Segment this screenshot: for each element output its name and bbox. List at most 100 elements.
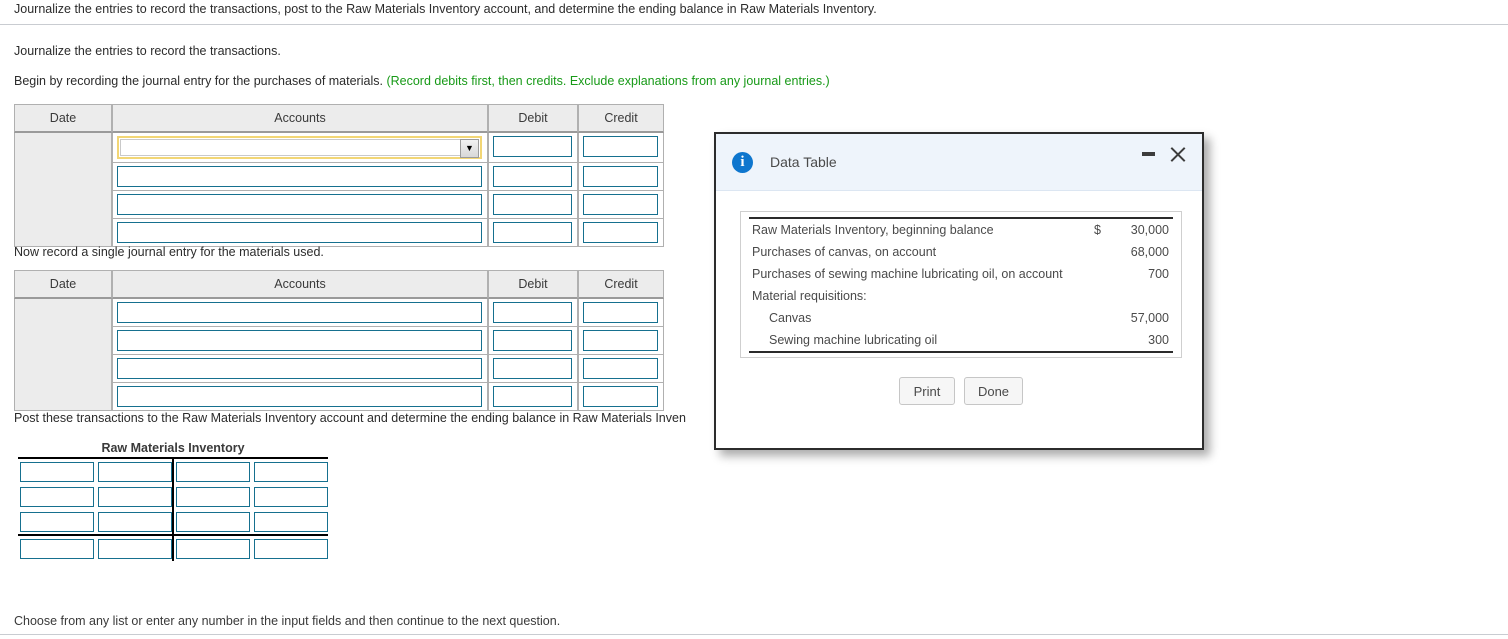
t-debit-amt-2[interactable]: [98, 487, 172, 507]
journal1-credit-cell-4: [578, 219, 664, 247]
t-account-cell: [174, 509, 252, 534]
minimize-icon[interactable]: [1141, 145, 1155, 163]
journal1-date-cell[interactable]: [14, 133, 112, 247]
journal2-accounts-cell-4: [112, 383, 488, 411]
journal2-account-input-4[interactable]: [117, 386, 482, 407]
journal1-debit-cell-2: [488, 163, 578, 191]
journal1-header-date: Date: [14, 104, 112, 133]
journal2-body-row-2: [14, 327, 664, 355]
journal2-credit-input-4[interactable]: [583, 386, 658, 407]
journal1-account-input-3[interactable]: [117, 194, 482, 215]
journal2-debit-input-1[interactable]: [493, 302, 572, 323]
journal1-debit-input-1[interactable]: [493, 136, 572, 157]
journal1-debit-cell-1: [488, 133, 578, 163]
data-row-label: Raw Materials Inventory, beginning balan…: [752, 223, 994, 237]
t-account-cell: [18, 509, 96, 534]
journal2-body-row-1: [14, 299, 664, 411]
data-row-label: Material requisitions:: [752, 289, 867, 303]
journal2-debit-cell-3: [488, 355, 578, 383]
journal2-accounts-cell-3: [112, 355, 488, 383]
journal1-credit-input-1[interactable]: [583, 136, 658, 157]
t-account-cell: [18, 459, 96, 484]
journal2-debit-cell-1: [488, 299, 578, 327]
data-table-container: Raw Materials Inventory, beginning balan…: [740, 211, 1182, 358]
step2-text: Begin by recording the journal entry for…: [14, 74, 830, 88]
t-balance-credit-ref[interactable]: [176, 539, 250, 559]
journal2-body-row-4: [14, 383, 664, 411]
journal2-credit-cell-2: [578, 327, 664, 355]
step2-lead: Begin by recording the journal entry for…: [14, 74, 383, 88]
done-button[interactable]: Done: [963, 377, 1024, 405]
journal1-account-dropdown-1[interactable]: ▼: [117, 136, 482, 159]
table-row: Raw Materials Inventory, beginning balan…: [749, 218, 1173, 241]
t-debit-ref-3[interactable]: [20, 512, 94, 532]
t-credit-amt-1[interactable]: [254, 462, 328, 482]
journal2-credit-input-1[interactable]: [583, 302, 658, 323]
journal1-header-debit: Debit: [488, 104, 578, 133]
step4-text: Post these transactions to the Raw Mater…: [14, 411, 686, 425]
journal2-credit-cell-3: [578, 355, 664, 383]
t-debit-ref-2[interactable]: [20, 487, 94, 507]
t-debit-ref-1[interactable]: [20, 462, 94, 482]
journal2-account-input-2[interactable]: [117, 330, 482, 351]
top-divider: [0, 24, 1508, 25]
t-account-grid: [18, 457, 328, 561]
journal2-debit-input-2[interactable]: [493, 330, 572, 351]
data-row-value: 300: [1148, 333, 1169, 347]
t-account-cell: [18, 536, 96, 561]
journal1-credit-cell-2: [578, 163, 664, 191]
journal1-account-input-2[interactable]: [117, 166, 482, 187]
t-credit-amt-2[interactable]: [254, 487, 328, 507]
chevron-down-icon[interactable]: ▼: [460, 139, 479, 158]
journal1-debit-input-3[interactable]: [493, 194, 572, 215]
data-row-currency: $: [1094, 223, 1101, 237]
journal1-credit-input-4[interactable]: [583, 222, 658, 243]
t-balance-debit-amt[interactable]: [98, 539, 172, 559]
t-account-cell: [18, 484, 96, 509]
journal2-body-row-3: [14, 355, 664, 383]
t-debit-amt-1[interactable]: [98, 462, 172, 482]
page-root: Journalize the entries to record the tra…: [0, 0, 1508, 639]
journal2-debit-input-4[interactable]: [493, 386, 572, 407]
table-row: Canvas 57,000: [749, 307, 1173, 329]
t-credit-amt-3[interactable]: [254, 512, 328, 532]
journal-entry-table-1: Date Accounts Debit Credit ▼: [14, 104, 664, 247]
close-icon[interactable]: [1168, 144, 1188, 164]
t-credit-ref-3[interactable]: [176, 512, 250, 532]
data-row-label: Purchases of canvas, on account: [752, 245, 937, 259]
journal1-accounts-cell-2: [112, 163, 488, 191]
dialog-header: i Data Table: [716, 134, 1202, 191]
t-account-cell: [96, 484, 174, 509]
journal2-header-accounts: Accounts: [112, 270, 488, 299]
journal2-account-input-1[interactable]: [117, 302, 482, 323]
footer-instruction: Choose from any list or enter any number…: [14, 614, 561, 628]
journal2-credit-input-2[interactable]: [583, 330, 658, 351]
journal1-credit-input-2[interactable]: [583, 166, 658, 187]
journal1-debit-cell-4: [488, 219, 578, 247]
journal1-account-input-1[interactable]: [120, 139, 479, 156]
t-balance-credit-amt[interactable]: [254, 539, 328, 559]
journal2-credit-input-3[interactable]: [583, 358, 658, 379]
t-debit-amt-3[interactable]: [98, 512, 172, 532]
t-account-cell: [96, 459, 174, 484]
journal1-body-row-2: [14, 163, 664, 191]
journal2-date-cell[interactable]: [14, 299, 112, 411]
journal1-debit-input-2[interactable]: [493, 166, 572, 187]
t-balance-debit-ref[interactable]: [20, 539, 94, 559]
t-credit-ref-1[interactable]: [176, 462, 250, 482]
data-row-currency: [1085, 241, 1107, 263]
journal1-credit-input-3[interactable]: [583, 194, 658, 215]
print-button[interactable]: Print: [898, 377, 955, 405]
t-credit-ref-2[interactable]: [176, 487, 250, 507]
journal1-account-input-4[interactable]: [117, 222, 482, 243]
journal2-debit-input-3[interactable]: [493, 358, 572, 379]
step1-text: Journalize the entries to record the tra…: [14, 44, 281, 58]
journal2-account-input-3[interactable]: [117, 358, 482, 379]
journal1-debit-input-4[interactable]: [493, 222, 572, 243]
t-account-cell: [96, 509, 174, 534]
data-row-label: Canvas: [769, 311, 812, 325]
journal-entry-table-2: Date Accounts Debit Credit: [14, 270, 664, 411]
table-row: Material requisitions:: [749, 285, 1173, 307]
table-row: Sewing machine lubricating oil 300: [749, 329, 1173, 352]
journal2-debit-cell-2: [488, 327, 578, 355]
